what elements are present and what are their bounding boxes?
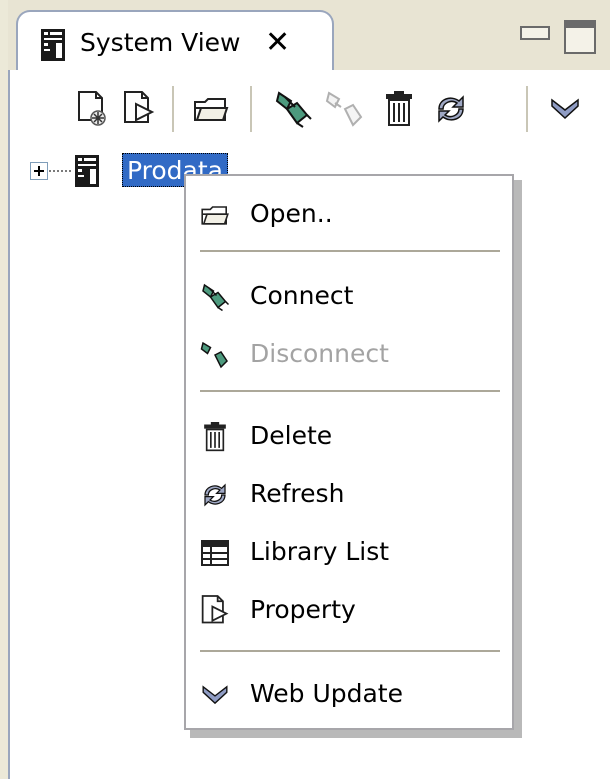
context-menu: Open.. Connect Disconnect Delete Refresh…	[184, 174, 514, 730]
open-folder-icon	[194, 98, 229, 121]
menu-item-label: Web Update	[250, 679, 403, 708]
menu-item-label: Connect	[250, 281, 354, 310]
menu-item-label: Refresh	[250, 479, 345, 508]
system-view-panel: System View ✕ Prodata Open.. Connect Dis…	[0, 0, 610, 779]
menu-item-disconnect: Disconnect	[186, 330, 512, 380]
menu-item-connect[interactable]: Connect	[186, 272, 512, 322]
disconnect-icon	[325, 91, 363, 127]
refresh-icon	[438, 95, 464, 123]
view-menu-button[interactable]	[542, 86, 588, 132]
new-connection-button[interactable]	[70, 86, 116, 132]
menu-item-refresh[interactable]: Refresh	[186, 470, 512, 520]
delete-button[interactable]	[376, 86, 422, 132]
menu-item-label: Library List	[250, 537, 390, 566]
library-list-icon	[201, 540, 229, 566]
close-view-icon[interactable]: ✕	[265, 26, 290, 60]
open-folder-icon	[201, 206, 229, 225]
connect-icon	[275, 91, 312, 128]
menu-item-delete[interactable]: Delete	[186, 412, 512, 462]
property-icon	[201, 595, 229, 624]
view-tab-strip: System View ✕	[8, 0, 610, 70]
maximize-icon[interactable]	[564, 20, 596, 54]
view-toolbar	[60, 80, 610, 138]
view-menu-chevron-icon	[551, 98, 579, 120]
disconnect-icon	[200, 341, 228, 369]
menu-item-open[interactable]: Open..	[186, 190, 512, 240]
system-view-tab[interactable]: System View ✕	[16, 10, 334, 70]
delete-icon	[386, 91, 412, 126]
menu-item-label: Open..	[250, 199, 333, 228]
delete-icon	[204, 422, 226, 452]
menu-item-label: Property	[250, 595, 356, 624]
window-controls	[520, 18, 600, 62]
server-icon	[41, 29, 65, 61]
refresh-icon	[204, 483, 226, 507]
refresh-button[interactable]	[428, 86, 474, 132]
edit-properties-icon	[124, 91, 155, 123]
toolbar-separator	[172, 86, 175, 132]
server-icon	[75, 155, 99, 187]
menu-separator	[200, 650, 500, 653]
disconnect-button	[322, 86, 368, 132]
web-update-chevron-icon	[202, 685, 228, 705]
view-title: System View	[80, 28, 241, 57]
menu-separator	[200, 390, 500, 393]
menu-item-property[interactable]: Property	[186, 586, 512, 636]
menu-item-label: Delete	[250, 421, 333, 450]
connect-button[interactable]	[270, 86, 316, 132]
open-button[interactable]	[188, 86, 234, 132]
edit-properties-button[interactable]	[116, 86, 162, 132]
tree-connector	[49, 170, 71, 172]
menu-item-label: Disconnect	[250, 339, 389, 368]
expand-node-icon[interactable]	[30, 162, 48, 180]
toolbar-separator	[526, 86, 529, 132]
menu-separator	[200, 250, 500, 253]
minimize-icon[interactable]	[520, 26, 550, 40]
toolbar-separator	[250, 86, 253, 132]
menu-item-web-update[interactable]: Web Update	[186, 670, 512, 720]
new-connection-icon	[78, 91, 106, 126]
connect-icon	[202, 283, 230, 312]
menu-item-library-list[interactable]: Library List	[186, 528, 512, 578]
